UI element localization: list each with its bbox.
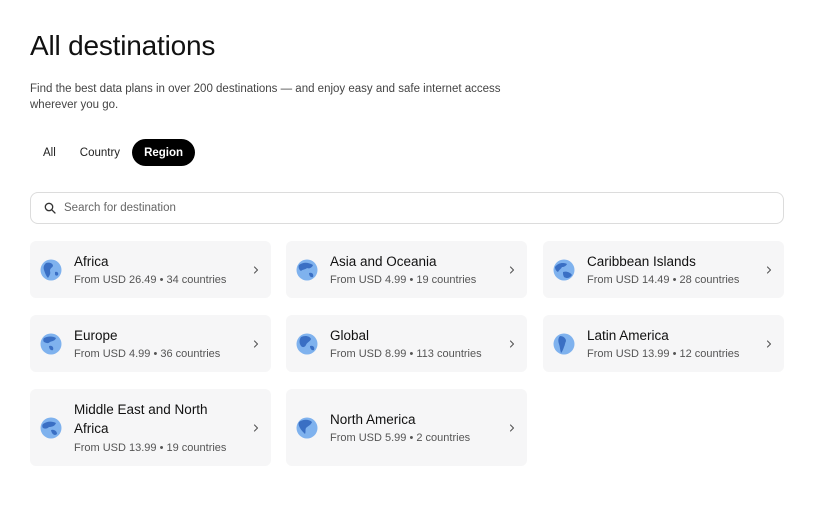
region-name: Middle East and North Africa [74,402,208,436]
search-box[interactable] [30,192,784,224]
tab-all[interactable]: All [30,139,68,166]
tab-country[interactable]: Country [68,139,132,166]
chevron-right-icon [509,266,515,274]
region-grid: Africa From USD 26.49 • 34 countries Asi… [30,241,784,471]
region-card-caribbean-islands[interactable]: Caribbean Islands From USD 14.49 • 28 co… [543,241,784,298]
chevron-right-icon [766,340,772,348]
globe-icon [40,333,62,355]
region-meta: From USD 4.99 • 19 countries [330,274,477,286]
region-card-north-america[interactable]: North America From USD 5.99 • 2 countrie… [286,389,527,466]
globe-icon [296,333,318,355]
region-card-middle-east-and-north-africa[interactable]: Middle East and North Africa From USD 13… [30,389,271,466]
chevron-right-icon [509,340,515,348]
region-name: Asia and Oceania [330,254,437,269]
globe-icon [40,417,62,439]
region-name: Africa [74,254,109,269]
search-input[interactable] [64,202,783,214]
all-destinations-page: All destinations Find the best data plan… [0,0,830,530]
region-card-africa[interactable]: Africa From USD 26.49 • 34 countries [30,241,271,298]
region-card-europe[interactable]: Europe From USD 4.99 • 36 countries [30,315,271,372]
chevron-right-icon [253,424,259,432]
chevron-right-icon [766,266,772,274]
destination-type-tabs: All Country Region [30,139,196,166]
chevron-right-icon [253,340,259,348]
chevron-right-icon [253,266,259,274]
region-meta: From USD 14.49 • 28 countries [587,274,740,286]
region-card-global[interactable]: Global From USD 8.99 • 113 countries [286,315,527,372]
tab-region[interactable]: Region [132,139,196,166]
globe-icon [296,417,318,439]
region-meta: From USD 13.99 • 19 countries [74,442,227,454]
region-card-latin-america[interactable]: Latin America From USD 13.99 • 12 countr… [543,315,784,372]
region-name: Latin America [587,328,669,343]
region-name: Global [330,328,370,343]
region-meta: From USD 26.49 • 34 countries [74,274,227,286]
globe-icon [553,333,575,355]
region-card-asia-and-oceania[interactable]: Asia and Oceania From USD 4.99 • 19 coun… [286,241,527,298]
region-meta: From USD 5.99 • 2 countries [330,432,471,444]
globe-icon [296,259,318,281]
globe-icon [40,259,62,281]
region-meta: From USD 13.99 • 12 countries [587,348,740,360]
page-subtitle: Find the best data plans in over 200 des… [30,83,501,111]
region-name: North America [330,412,416,427]
page-title: All destinations [30,30,216,61]
search-icon [44,202,56,214]
region-name: Europe [74,328,118,343]
globe-icon [553,259,575,281]
chevron-right-icon [509,424,515,432]
region-name: Caribbean Islands [587,254,696,269]
region-meta: From USD 4.99 • 36 countries [74,348,221,360]
region-meta: From USD 8.99 • 113 countries [330,348,482,360]
